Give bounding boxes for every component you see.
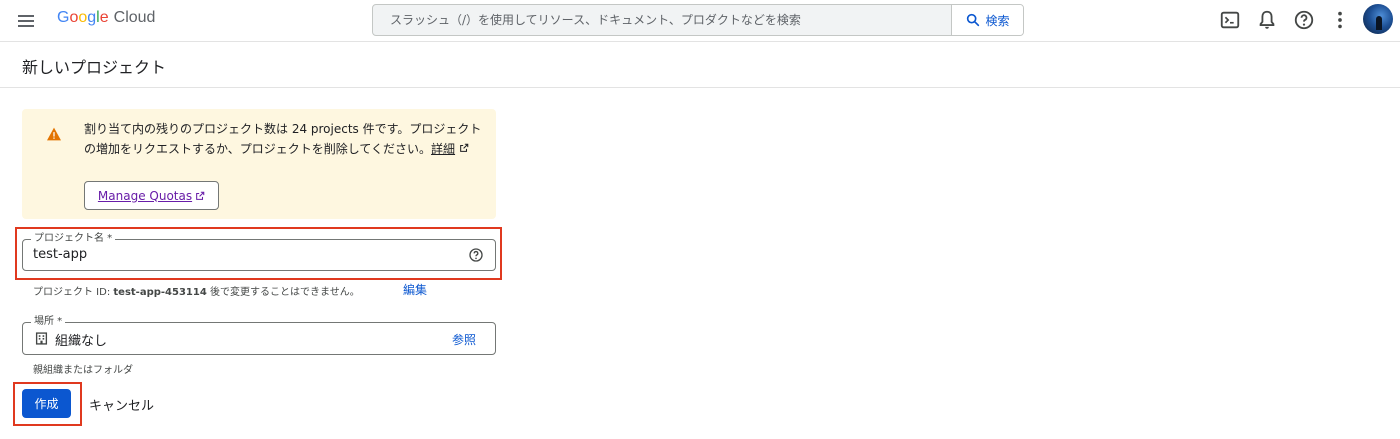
page-header: 新しいプロジェクト — [0, 43, 1400, 88]
search-icon — [967, 13, 980, 27]
notifications-icon[interactable] — [1256, 9, 1278, 31]
more-vert-icon[interactable] — [1329, 9, 1351, 31]
details-link[interactable]: 詳細 — [431, 142, 455, 156]
location-label: 場所 * — [31, 316, 66, 328]
help-icon[interactable] — [468, 247, 484, 263]
external-link-icon — [196, 191, 205, 200]
edit-project-id-link[interactable]: 編集 — [403, 281, 427, 298]
search-button[interactable]: 検索 — [951, 5, 1023, 35]
menu-icon[interactable] — [14, 9, 38, 33]
page-title: 新しいプロジェクト — [22, 58, 167, 77]
google-cloud-logo[interactable]: Google Cloud — [57, 9, 155, 27]
location-hint: 親組織またはフォルダ — [33, 365, 133, 376]
cloud-shell-icon[interactable] — [1219, 9, 1241, 31]
warning-icon — [47, 127, 61, 141]
search-bar: 検索 — [372, 4, 1024, 36]
browse-link[interactable]: 参照 — [452, 331, 476, 348]
external-link-icon — [460, 143, 469, 152]
help-icon[interactable] — [1293, 9, 1315, 31]
project-id-value: test-app-453114 — [113, 287, 207, 298]
top-bar: GoogleCloud 検索 — [0, 0, 1400, 42]
project-name-field[interactable]: プロジェクト名 * test-app — [22, 233, 496, 271]
manage-quotas-button[interactable]: Manage Quotas — [84, 181, 219, 210]
search-input[interactable] — [373, 5, 951, 35]
location-field[interactable]: 場所 * 組織なし 参照 — [22, 316, 496, 355]
quota-warning-banner: 割り当て内の残りのプロジェクト数は 24 projects 件です。プロジェクト… — [22, 109, 496, 219]
create-button[interactable]: 作成 — [22, 389, 71, 418]
project-id-hint: プロジェクト ID: test-app-453114 後で変更することはできませ… — [33, 287, 360, 298]
project-name-value: test-app — [33, 247, 88, 262]
avatar[interactable] — [1363, 4, 1393, 34]
organization-icon — [35, 332, 48, 345]
warning-message: 割り当て内の残りのプロジェクト数は 24 projects 件です。プロジェクト… — [84, 122, 482, 156]
cancel-button[interactable]: キャンセル — [89, 395, 154, 414]
project-name-label: プロジェクト名 * — [31, 233, 116, 245]
location-value: 組織なし — [55, 334, 108, 349]
